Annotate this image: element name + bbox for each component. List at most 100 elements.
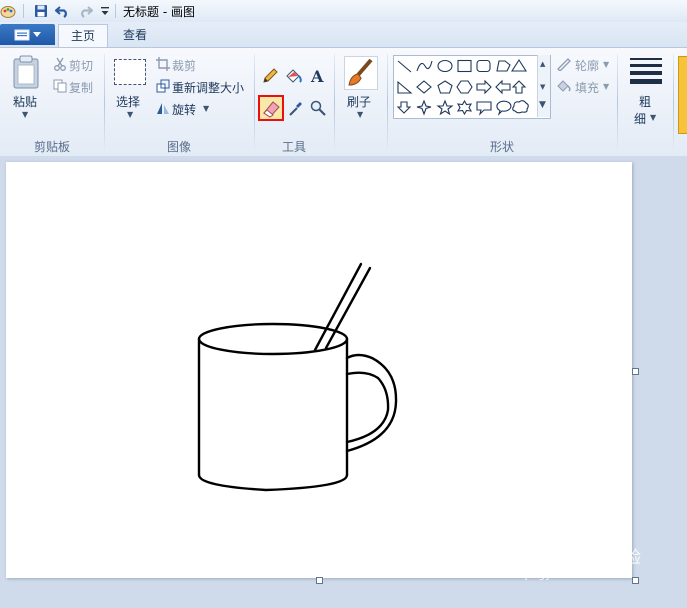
svg-text:A: A — [310, 68, 324, 84]
drawing-canvas[interactable] — [6, 162, 632, 578]
scroll-down-icon[interactable]: ▼ — [540, 83, 545, 91]
size-icon[interactable] — [630, 58, 662, 84]
outline-icon — [556, 57, 572, 74]
brushes-button[interactable]: 刷子 — [347, 93, 371, 110]
resize-icon — [156, 79, 170, 96]
chevron-down-icon — [33, 31, 41, 37]
oval-callout-shape-icon — [496, 100, 512, 116]
mug-drawing — [197, 262, 398, 492]
watermark-brand3: 经验 — [607, 548, 641, 568]
oval-shape-icon — [437, 59, 453, 73]
tools-group-label: 工具 — [281, 140, 306, 154]
straw-line-left — [313, 262, 363, 352]
rotate-button[interactable]: 旋转 — [172, 101, 196, 118]
crop-icon — [156, 57, 170, 74]
outline-dropdown-icon[interactable]: ▼ — [603, 60, 609, 69]
right-triangle-shape-icon — [397, 80, 413, 94]
paste-icon[interactable] — [12, 55, 40, 92]
rotate-icon — [156, 101, 170, 118]
color-1-swatch[interactable] — [678, 56, 687, 134]
hexagon-shape-icon — [456, 80, 473, 94]
shapes-gallery-scrollbar[interactable]: ▲ ▼ ▼ — [537, 55, 550, 117]
four-point-star-shape-icon — [416, 99, 432, 116]
paint-app-icon[interactable] — [0, 3, 16, 19]
cloud-callout-shape-icon — [512, 100, 529, 114]
mug-bottom — [197, 473, 349, 492]
mug-handle-inner — [345, 371, 390, 444]
fill-dropdown-icon[interactable]: ▼ — [603, 82, 609, 91]
rectangle-shape-icon — [457, 59, 472, 73]
brushes-dropdown-icon[interactable]: ▼ — [357, 110, 363, 119]
image-group-label: 图像 — [166, 140, 191, 154]
clipboard-group-label: 剪贴板 — [33, 140, 70, 154]
select-button[interactable]: 选择 — [116, 93, 140, 110]
rounded-rectangle-shape-icon — [476, 59, 491, 73]
watermark-brand2: 百 — [585, 545, 605, 569]
six-point-star-shape-icon — [456, 99, 473, 116]
size-button-line1[interactable]: 粗 — [639, 93, 651, 110]
rectangular-callout-shape-icon — [476, 101, 492, 116]
diamond-shape-icon — [416, 80, 432, 94]
right-arrow-shape-icon — [476, 79, 492, 95]
size-dropdown-icon[interactable]: ▼ — [650, 113, 656, 122]
redo-icon[interactable] — [77, 3, 93, 19]
mug-rim — [197, 322, 349, 356]
title-bar: 无标题 - 画图 — [0, 0, 687, 23]
shapes-gallery-icons — [396, 58, 529, 116]
line-shape-icon — [397, 60, 412, 73]
scroll-up-icon[interactable]: ▲ — [540, 60, 545, 68]
save-icon[interactable] — [33, 3, 49, 19]
magnifier-icon[interactable] — [308, 98, 328, 118]
canvas-resize-handle-bottom[interactable] — [316, 577, 323, 584]
up-arrow-shape-icon — [511, 80, 527, 94]
window-title: 无标题 - 画图 — [123, 5, 195, 19]
eraser-tool-selected[interactable] — [258, 95, 284, 121]
rotate-dropdown-icon[interactable]: ▼ — [203, 104, 209, 113]
ribbon: 粘贴 ▼ 剪切 复制 剪贴板 选择 ▼ 裁剪 重新调整大小 旋转 ▼ 图像 A — [0, 47, 687, 157]
down-arrow-shape-icon — [396, 101, 412, 114]
shapes-group-label: 形状 — [489, 140, 514, 154]
menu-icon — [14, 29, 30, 40]
paste-dropdown-icon[interactable]: ▼ — [22, 110, 28, 119]
watermark-brand: Bai — [525, 541, 561, 565]
crop-button[interactable]: 裁剪 — [172, 57, 196, 74]
brush-icon[interactable] — [344, 56, 378, 90]
paw-icon — [564, 545, 585, 563]
fill-shape-icon — [556, 79, 572, 96]
fill-icon[interactable] — [284, 66, 304, 86]
baidu-jingyan-watermark: Bai 百 经验 jingyan.baidu.com — [525, 541, 655, 581]
eraser-icon — [263, 101, 280, 118]
text-icon[interactable]: A — [308, 66, 328, 86]
fill-button[interactable]: 填充 — [575, 79, 599, 96]
copy-button[interactable]: 复制 — [69, 79, 93, 96]
paint-menu-button[interactable] — [0, 24, 55, 45]
color-picker-icon[interactable] — [286, 98, 306, 118]
curve-shape-icon — [416, 60, 433, 72]
pencil-icon[interactable] — [260, 66, 280, 86]
select-icon[interactable] — [114, 59, 146, 85]
undo-icon[interactable] — [55, 3, 71, 19]
triangle-shape-icon — [510, 58, 528, 72]
resize-button[interactable]: 重新调整大小 — [172, 79, 244, 96]
cut-button[interactable]: 剪切 — [69, 57, 93, 74]
shapes-gallery[interactable] — [393, 55, 551, 119]
outline-button[interactable]: 轮廓 — [575, 57, 599, 74]
scissors-icon — [53, 57, 67, 74]
polygon-shape-icon — [496, 60, 511, 72]
five-point-star-shape-icon — [436, 99, 454, 116]
straw-line-right — [324, 266, 372, 350]
canvas-resize-handle-right[interactable] — [632, 368, 639, 375]
tab-view[interactable]: 查看 — [111, 24, 159, 47]
pentagon-shape-icon — [437, 80, 453, 94]
ribbon-tab-row: 主页 查看 — [0, 22, 687, 48]
paste-button[interactable]: 粘贴 — [13, 93, 37, 110]
left-arrow-shape-icon — [495, 79, 511, 95]
canvas-workspace: Bai 百 经验 jingyan.baidu.com — [0, 156, 687, 608]
watermark-url: jingyan.baidu.com — [525, 568, 627, 581]
gallery-expand-icon[interactable]: ▼ — [539, 101, 546, 110]
copy-icon — [53, 79, 67, 96]
size-button-line2[interactable]: 细 — [634, 110, 646, 127]
tab-home[interactable]: 主页 — [58, 24, 108, 48]
select-dropdown-icon[interactable]: ▼ — [127, 110, 133, 119]
customize-toolbar-icon[interactable] — [97, 3, 113, 19]
